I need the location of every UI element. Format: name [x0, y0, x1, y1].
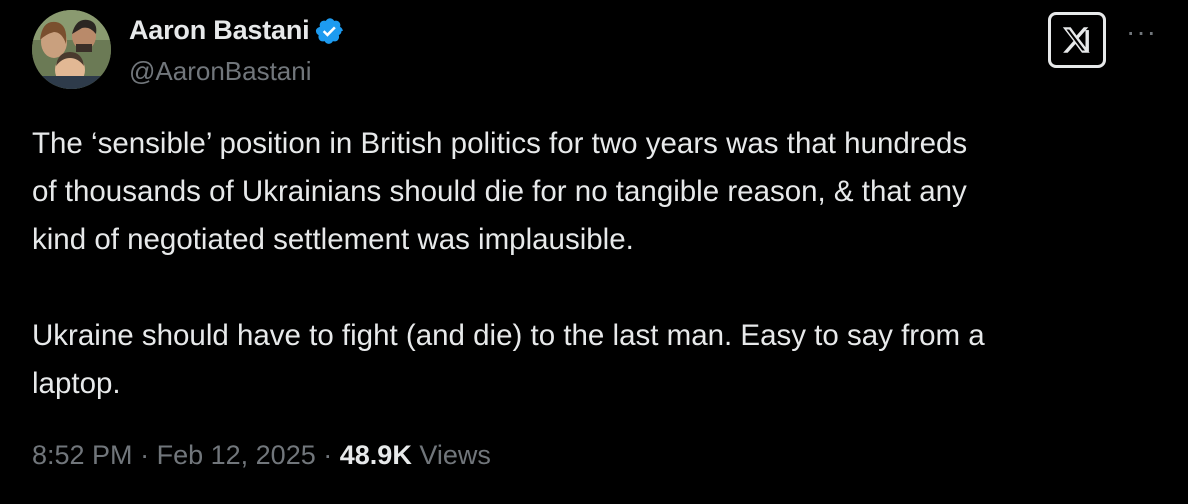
views-label: Views [419, 440, 491, 470]
author-row: Aaron Bastani [129, 14, 345, 46]
separator: · [140, 440, 150, 470]
views-count: 48.9K [339, 440, 412, 470]
verified-badge-icon [315, 16, 345, 46]
author-name[interactable]: Aaron Bastani [129, 15, 310, 46]
tweet-meta: 8:52 PM · Feb 12, 2025 · 48.9K Views [32, 440, 491, 471]
separator: · [323, 440, 333, 470]
avatar[interactable] [32, 10, 111, 89]
x-logo-icon[interactable] [1048, 12, 1106, 68]
tweet-time[interactable]: 8:52 PM [32, 440, 133, 470]
avatar-photo [32, 10, 111, 89]
tweet-date[interactable]: Feb 12, 2025 [157, 440, 316, 470]
tweet-text: The ‘sensible’ position in British polit… [32, 127, 985, 400]
author-handle[interactable]: @AaronBastani [129, 56, 312, 87]
more-icon[interactable]: ··· [1126, 16, 1157, 48]
